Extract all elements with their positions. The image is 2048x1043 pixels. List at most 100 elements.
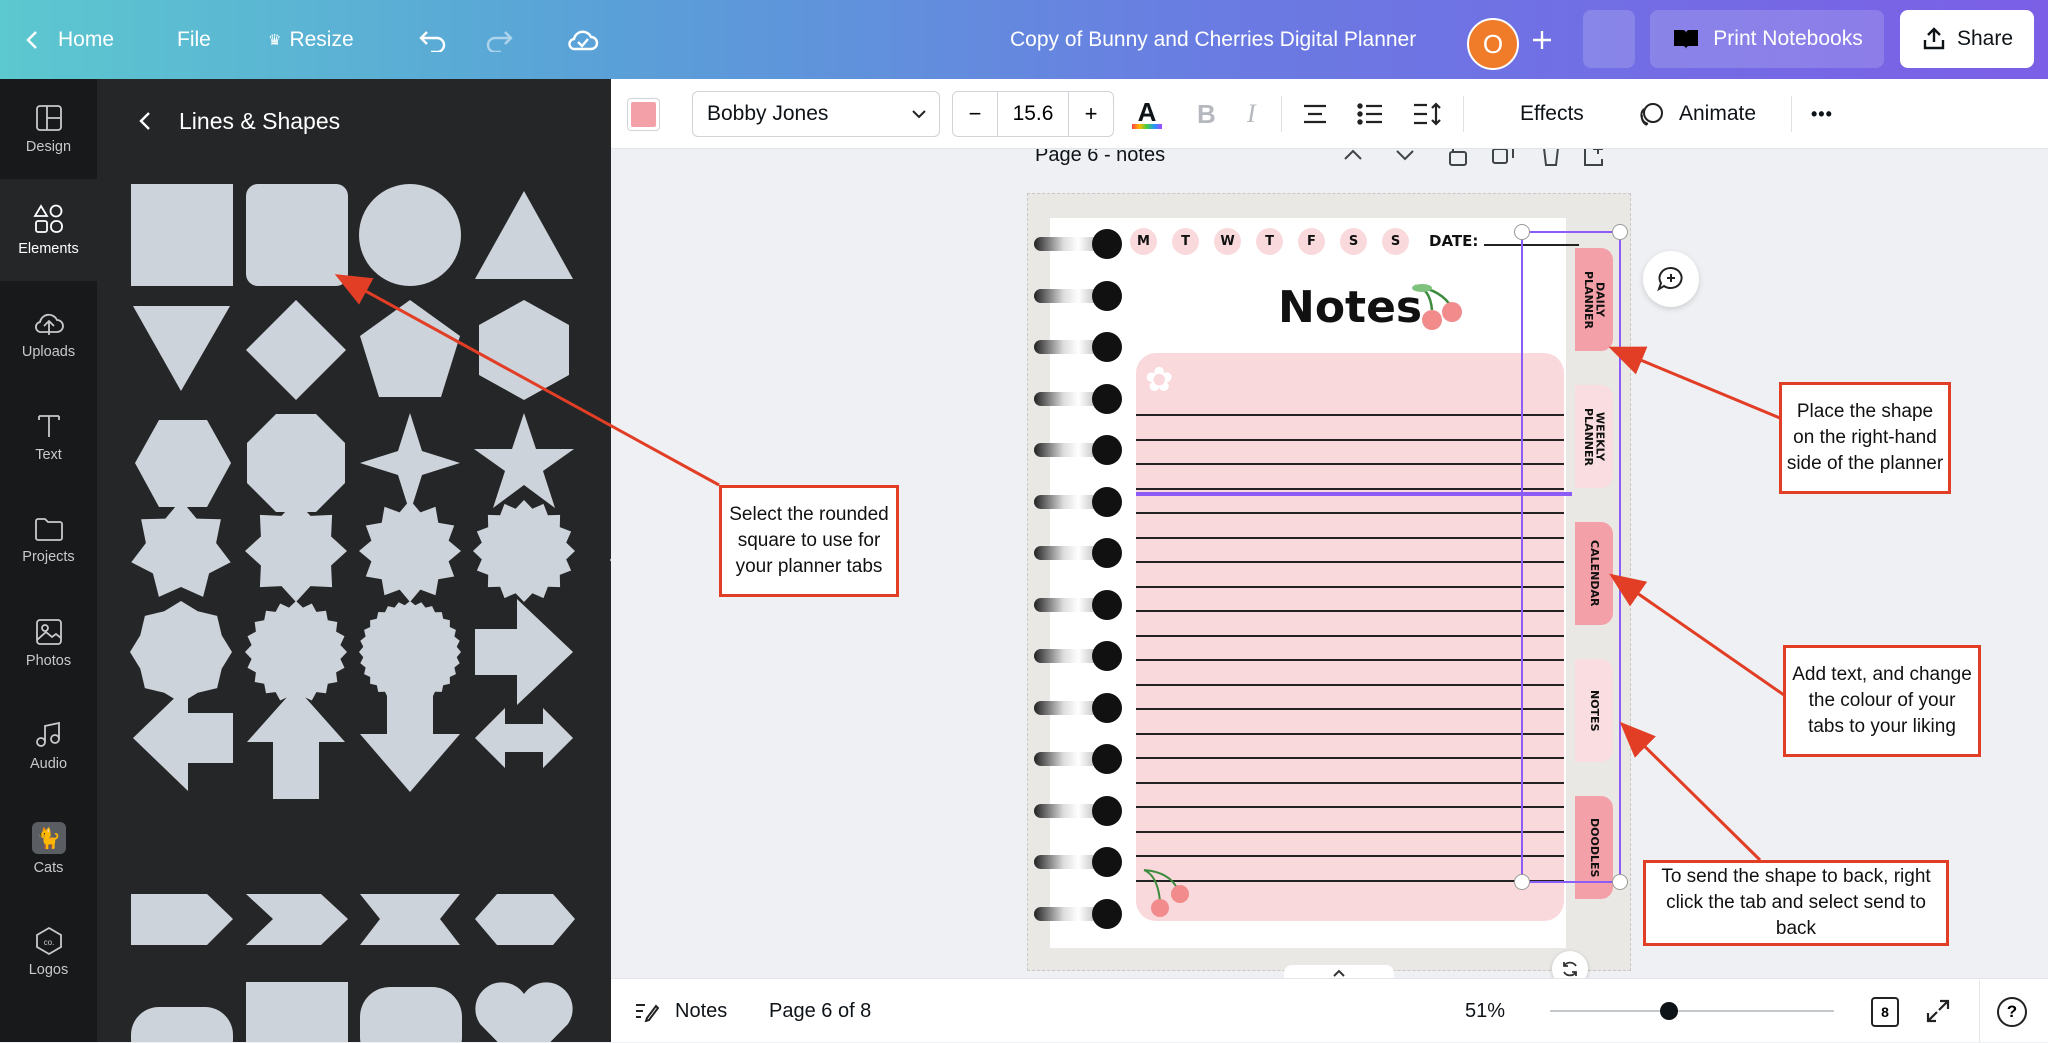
font-size-decrease[interactable]: − <box>953 92 998 136</box>
animate-button[interactable]: Animate <box>1637 79 1756 149</box>
pentagon-arrow-shape[interactable] <box>131 894 233 945</box>
sidebar-item-logos[interactable]: co. Logos <box>0 902 97 1002</box>
eight-point-seal-shape[interactable] <box>130 601 232 703</box>
spiral-ring <box>1034 692 1122 724</box>
font-size-increase[interactable]: + <box>1068 92 1113 136</box>
circle-shape[interactable] <box>359 184 461 286</box>
resize-button[interactable]: ♛ Resize <box>268 0 354 79</box>
comment-plus-icon <box>1657 266 1683 292</box>
help-button[interactable]: ? <box>1997 997 2027 1027</box>
four-point-star-shape[interactable] <box>360 413 460 513</box>
zoom-level[interactable]: 51% <box>1465 979 1505 1043</box>
sidebar-item-projects[interactable]: Projects <box>0 490 97 590</box>
twelve-point-star-shape[interactable] <box>359 500 461 602</box>
undo-button[interactable] <box>418 0 448 79</box>
stadium-shape[interactable] <box>360 987 462 1042</box>
sixteen-point-star-shape[interactable] <box>473 500 575 602</box>
note-line <box>1136 830 1564 833</box>
seven-point-star-shape[interactable] <box>131 500 231 597</box>
crown-icon: ♛ <box>268 31 282 49</box>
align-button[interactable] <box>1301 79 1329 149</box>
top-bar: Home File ♛ Resize Copy of Bunny and Che… <box>0 0 2048 79</box>
move-down-icon[interactable] <box>1396 150 1414 161</box>
insights-button[interactable] <box>1583 10 1635 68</box>
move-up-icon[interactable] <box>1344 149 1362 160</box>
color-swatch-button[interactable] <box>627 98 660 131</box>
text-color-button[interactable]: A <box>1132 79 1162 149</box>
resize-handle[interactable] <box>1612 874 1628 890</box>
document-title[interactable]: Copy of Bunny and Cherries Digital Plann… <box>1010 0 1416 79</box>
octagon-shape[interactable] <box>247 414 345 512</box>
arrow-up-shape[interactable] <box>247 687 345 799</box>
inverted-triangle-shape[interactable] <box>133 306 230 391</box>
page-grid-button[interactable]: 8 <box>1871 997 1899 1027</box>
sidebar-item-audio[interactable]: Audio <box>0 696 97 796</box>
horizontal-hexagon-shape[interactable] <box>135 420 231 507</box>
arrow-right-shape[interactable] <box>475 599 573 705</box>
italic-button[interactable]: I <box>1247 79 1256 149</box>
sidebar-item-label: Elements <box>18 241 79 257</box>
cherries-icon <box>1412 284 1462 330</box>
arrow-down-shape[interactable] <box>360 684 460 792</box>
share-label: Share <box>1956 27 2014 50</box>
sidebar-item-photos[interactable]: Photos <box>0 593 97 693</box>
arrow-left-shape[interactable] <box>133 685 233 791</box>
home-button[interactable]: Home <box>24 0 114 79</box>
rounded-square-shape[interactable] <box>246 184 348 286</box>
user-avatar[interactable]: O <box>1467 18 1519 70</box>
note-line <box>1136 512 1564 514</box>
sidebar-item-design[interactable]: Design <box>0 79 97 179</box>
redo-button[interactable] <box>484 0 514 79</box>
spacing-button[interactable] <box>1411 79 1443 149</box>
double-arrow-shape[interactable] <box>475 708 573 768</box>
cloud-saved-button[interactable] <box>566 0 600 79</box>
print-notebooks-button[interactable]: Print Notebooks <box>1650 10 1884 68</box>
spiral-ring <box>1034 537 1122 569</box>
page-indicator[interactable]: Page 6 of 8 <box>769 979 871 1043</box>
bold-button[interactable]: B <box>1197 79 1216 149</box>
diamond-shape[interactable] <box>246 300 346 400</box>
sidebar-item-uploads[interactable]: Uploads <box>0 284 97 384</box>
list-button[interactable] <box>1356 79 1384 149</box>
spiral-ring <box>1034 640 1122 672</box>
sidebar-item-text[interactable]: Text <box>0 387 97 487</box>
add-comment-button[interactable] <box>1643 251 1699 307</box>
zoom-slider[interactable] <box>1550 1002 1834 1020</box>
font-family-dropdown[interactable]: Bobby Jones <box>692 91 940 137</box>
ribbon-shape[interactable] <box>360 894 460 945</box>
resize-handle[interactable] <box>1514 224 1530 240</box>
square-shape[interactable] <box>131 184 233 286</box>
font-size-input[interactable]: 15.6 <box>998 92 1068 136</box>
spiral-ring <box>1034 280 1122 312</box>
resize-handle[interactable] <box>1514 874 1530 890</box>
notes-button[interactable]: Notes <box>633 979 727 1043</box>
planner-page[interactable]: MTWTFSS DATE: Notes ✿ DAILY PLANNER WEEKL… <box>1027 193 1631 971</box>
undo-icon <box>419 30 446 52</box>
sidebar-item-elements[interactable]: Elements <box>0 179 97 281</box>
resize-handle[interactable] <box>1612 224 1628 240</box>
sidebar-item-cats[interactable]: 🐈 Cats <box>0 799 97 899</box>
share-button[interactable]: Share <box>1900 10 2034 68</box>
heart-shape[interactable] <box>475 982 573 1042</box>
more-options-button[interactable]: ••• <box>1811 79 1833 149</box>
elongated-hexagon-shape[interactable] <box>475 894 575 945</box>
effects-button[interactable]: Effects <box>1520 79 1584 149</box>
animate-label: Animate <box>1679 102 1757 125</box>
callout-send-back: To send the shape to back, right click t… <box>1643 860 1949 946</box>
hexagon-shape[interactable] <box>479 300 569 400</box>
eight-point-star-shape[interactable] <box>245 500 347 602</box>
five-point-star-shape[interactable] <box>474 413 574 508</box>
pentagon-shape[interactable] <box>360 300 460 397</box>
pill-shape[interactable] <box>131 1007 233 1042</box>
fullscreen-button[interactable] <box>1925 979 1951 1043</box>
add-collaborator-button[interactable] <box>1530 0 1554 79</box>
zoom-slider-thumb[interactable] <box>1660 1002 1679 1020</box>
file-menu[interactable]: File <box>177 0 211 79</box>
date-label-text: DATE: <box>1429 232 1479 250</box>
notes-lined-area[interactable] <box>1136 353 1564 921</box>
rectangle-shape[interactable] <box>246 982 348 1042</box>
triangle-shape[interactable] <box>475 191 573 279</box>
selection-frame[interactable] <box>1514 224 1628 890</box>
sidebar-item-label: Text <box>35 447 62 463</box>
chevron-shape[interactable] <box>246 894 348 945</box>
